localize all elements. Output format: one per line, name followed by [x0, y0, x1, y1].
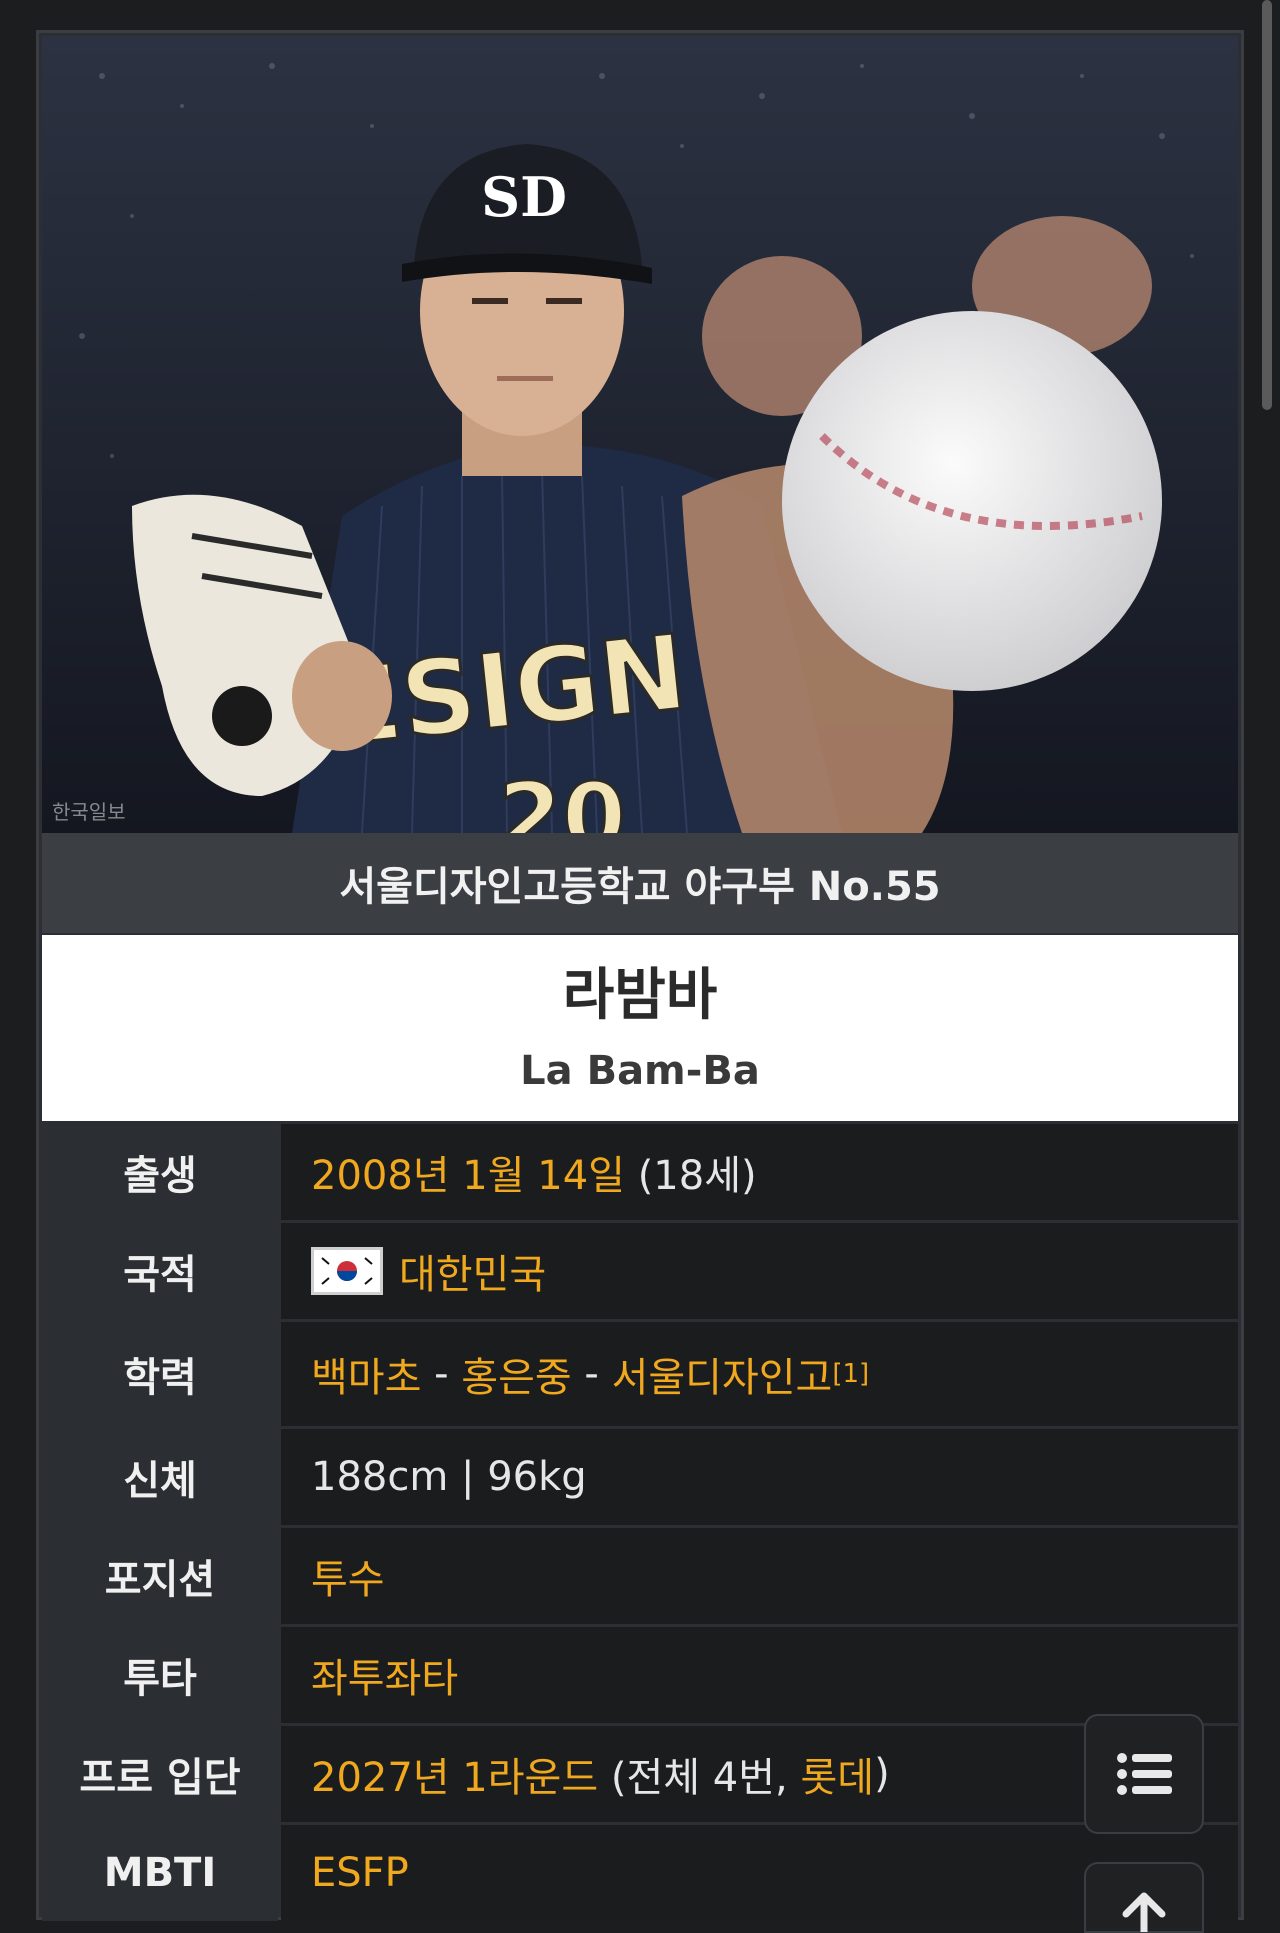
row-education: 학력 백마초 - 홍은중 - 서울디자인고 [1] — [42, 1322, 1238, 1426]
label-position: 포지션 — [42, 1528, 278, 1624]
label-birth: 출생 — [42, 1124, 278, 1220]
info-table: 출생 2008년 1월 14일 (18세) 국적 대한민국 학력 백마초 - 홍… — [42, 1124, 1238, 1924]
value-bats-throws: 좌투좌타 — [281, 1627, 1238, 1723]
school-elementary-link[interactable]: 백마초 — [311, 1345, 421, 1403]
footnote-ref[interactable]: [1] — [832, 1359, 869, 1389]
row-mbti: MBTI ESFP — [42, 1825, 1238, 1921]
value-education: 백마초 - 홍은중 - 서울디자인고 [1] — [281, 1322, 1238, 1426]
value-body: 188cm | 96kg — [281, 1429, 1238, 1525]
bats-throws-link[interactable]: 좌투좌타 — [311, 1646, 458, 1704]
row-position: 포지션 투수 — [42, 1528, 1238, 1624]
row-body: 신체 188cm | 96kg — [42, 1429, 1238, 1525]
value-nationality: 대한민국 — [281, 1223, 1238, 1319]
south-korea-flag-icon — [311, 1247, 383, 1295]
birth-date-link[interactable]: 2008년 1월 14일 — [311, 1143, 625, 1201]
education-separator: - — [571, 1351, 612, 1397]
label-bats-throws: 투타 — [42, 1627, 278, 1723]
player-name-header: 라밤바 La Bam-Ba — [42, 935, 1238, 1121]
caption-text: 서울디자인고등학교 야구부 No.55 — [339, 864, 941, 910]
position-link[interactable]: 투수 — [311, 1547, 385, 1605]
page-scrollbar[interactable] — [1262, 0, 1272, 410]
mbti-link[interactable]: ESFP — [311, 1850, 409, 1896]
label-draft: 프로 입단 — [42, 1726, 278, 1822]
arrow-up-icon — [1122, 1892, 1166, 1932]
row-birth: 출생 2008년 1월 14일 (18세) — [42, 1124, 1238, 1220]
label-nationality: 국적 — [42, 1223, 278, 1319]
row-draft: 프로 입단 2027년 1라운드 (전체 4번, 롯데 ) — [42, 1726, 1238, 1822]
toc-button[interactable] — [1084, 1714, 1204, 1834]
label-mbti: MBTI — [42, 1825, 278, 1921]
player-photo: SD ESIGN 20 한국일보 — [42, 36, 1238, 833]
school-high-link[interactable]: 서울디자인고 — [612, 1345, 833, 1403]
school-middle-link[interactable]: 홍은중 — [461, 1345, 571, 1403]
row-nationality: 국적 대한민국 — [42, 1223, 1238, 1319]
nationality-link[interactable]: 대한민국 — [399, 1242, 546, 1300]
draft-detail: (전체 4번, — [598, 1755, 801, 1801]
label-education: 학력 — [42, 1322, 278, 1426]
player-name-korean: 라밤바 — [562, 963, 718, 1029]
value-birth: 2008년 1월 14일 (18세) — [281, 1124, 1238, 1220]
draft-team-link[interactable]: 롯데 — [801, 1745, 875, 1803]
row-bats-throws: 투타 좌투좌타 — [42, 1627, 1238, 1723]
cap-logo: SD — [481, 165, 567, 229]
scroll-top-button[interactable] — [1084, 1862, 1204, 1933]
draft-link[interactable]: 2027년 1라운드 — [311, 1745, 598, 1803]
player-name-english: La Bam-Ba — [520, 1047, 760, 1094]
photo-watermark: 한국일보 — [52, 800, 126, 824]
label-body: 신체 — [42, 1429, 278, 1525]
draft-close: ) — [874, 1751, 890, 1797]
jersey-number: 20 — [498, 763, 626, 833]
photo-caption: 서울디자인고등학교 야구부 No.55 — [42, 833, 1238, 933]
birth-age: (18세) — [624, 1153, 757, 1199]
education-separator: - — [421, 1351, 462, 1397]
value-position: 투수 — [281, 1528, 1238, 1624]
list-icon — [1117, 1753, 1172, 1795]
